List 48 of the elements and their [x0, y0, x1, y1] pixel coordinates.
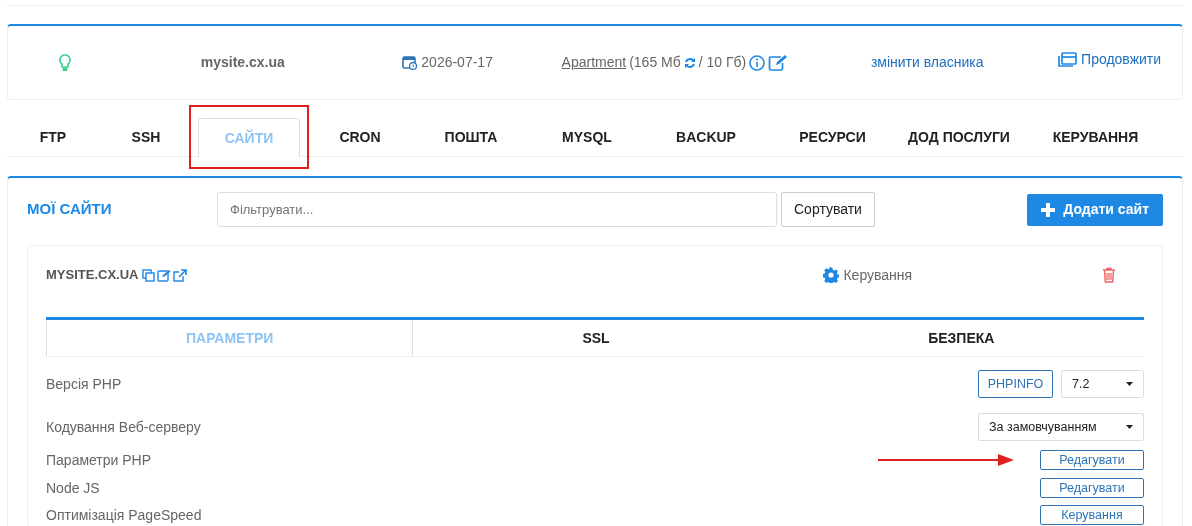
disk-usage: (165 Мб	[629, 53, 681, 72]
section-title: МОЇ САЙТИ	[27, 199, 113, 220]
setting-label: Node JS	[46, 478, 100, 498]
phpinfo-button[interactable]: PHPINFO	[978, 370, 1053, 398]
select-field[interactable]: 7.2	[1061, 370, 1144, 398]
tab[interactable]: MYSQL	[527, 117, 647, 156]
manage-link[interactable]: Керування	[823, 264, 913, 286]
setting-label: Кодування Веб-серверу	[46, 417, 201, 437]
tab[interactable]: БЕЗПЕКА	[778, 320, 1144, 356]
refresh-icon[interactable]	[683, 56, 696, 69]
edit-icon[interactable]	[768, 54, 789, 71]
tab[interactable]: КЕРУВАННЯ	[1018, 117, 1173, 156]
lightbulb-icon	[59, 53, 72, 72]
plan-link[interactable]: Apartment	[561, 52, 627, 73]
plus-icon	[1041, 202, 1056, 217]
calendar-icon	[402, 55, 418, 70]
external-link-icon[interactable]	[173, 268, 188, 282]
site-name: MYSITE.CX.UA	[46, 266, 139, 285]
filter-field[interactable]: Фільтрувати...	[217, 192, 777, 227]
tab[interactable]: BACKUP	[647, 117, 765, 156]
setting-label: Параметри PHP	[46, 450, 152, 470]
disk-quota: / 10 Гб)	[698, 53, 747, 72]
select-field[interactable]: За замовчуванням	[978, 413, 1144, 441]
renew-link[interactable]: Продовжити	[1058, 49, 1162, 70]
gear-icon	[823, 267, 840, 283]
sort-button[interactable]: Сортувати	[781, 192, 875, 227]
expiry-date: 2026-07-17	[421, 53, 493, 72]
tab[interactable]: ДОД ПОСЛУГИ	[900, 117, 1018, 156]
caret-icon	[1126, 425, 1133, 429]
action-button[interactable]: Редагувати	[1040, 478, 1144, 498]
tab[interactable]: FTP	[7, 117, 99, 156]
setting-label: Оптимізація PageSpeed	[46, 505, 202, 525]
add-site-button[interactable]: Додати сайт	[1027, 193, 1163, 226]
info-icon[interactable]	[749, 54, 766, 71]
tab[interactable]: ПОШТА	[415, 117, 527, 156]
domain-name: mysite.cx.ua	[200, 53, 285, 72]
tab[interactable]: РЕСУРСИ	[765, 117, 900, 156]
setting-label: Версія PHP	[46, 374, 122, 394]
tab[interactable]: CRON	[305, 117, 415, 156]
edit-icon[interactable]	[157, 268, 172, 282]
copy-icon[interactable]	[142, 268, 156, 282]
action-button[interactable]: Керування	[1040, 505, 1144, 525]
delete-icon[interactable]	[1102, 267, 1116, 283]
tab[interactable]: SSH	[99, 117, 193, 156]
tab[interactable]: SSL	[413, 320, 779, 356]
caret-icon	[1126, 382, 1133, 386]
action-button[interactable]: Редагувати	[1040, 450, 1144, 470]
change-owner-link[interactable]: змінити власника	[870, 52, 984, 73]
